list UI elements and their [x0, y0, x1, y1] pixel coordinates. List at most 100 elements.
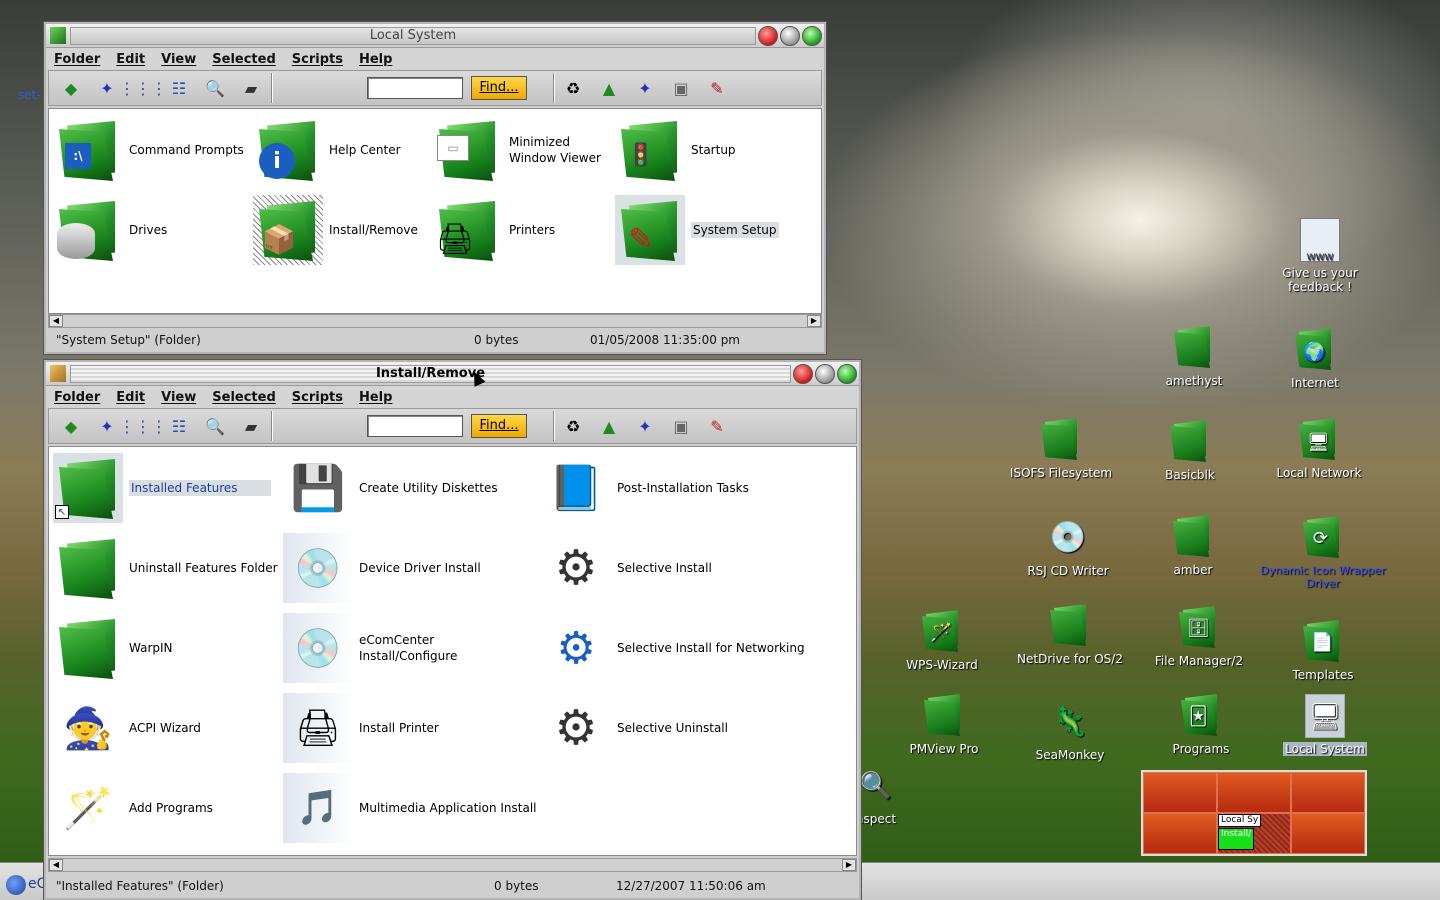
object-warpin[interactable]: WarpIN	[53, 611, 173, 685]
ecs-logo-icon[interactable]	[6, 875, 26, 895]
object-startup[interactable]: 🚦 Startup	[615, 113, 735, 187]
disk-icon[interactable]: ▣	[667, 412, 695, 440]
desktop-icon-netdrive[interactable]: NetDrive for OS/2	[1005, 604, 1135, 666]
horizontal-scrollbar[interactable]: ◀ ▶	[48, 858, 857, 872]
menu-selected[interactable]: Selected	[212, 52, 276, 67]
object-drives[interactable]: Drives	[53, 193, 167, 267]
object-multimedia-application-install[interactable]: 🎵 Multimedia Application Install	[283, 771, 537, 845]
setup-icon[interactable]: ✎	[703, 74, 731, 102]
scroll-left-button[interactable]: ◀	[49, 315, 63, 327]
folder-content[interactable]: ↖ Installed Features 💾 Create Utility Di…	[48, 446, 857, 856]
menu-folder[interactable]: Folder	[54, 390, 100, 405]
menu-scripts[interactable]: Scripts	[292, 52, 343, 67]
scroll-right-button[interactable]: ▶	[807, 315, 821, 327]
arrow-icon[interactable]: ◆	[57, 74, 85, 102]
desktop-icon-dynamic-icon[interactable]: ⟳ Dynamic Icon Wrapper Driver	[1258, 516, 1388, 591]
wps-icon[interactable]: ✦	[631, 412, 659, 440]
search-icon[interactable]: 🔍	[201, 74, 229, 102]
desktop-icon-feedback[interactable]: WWW Give us your feedback !	[1255, 218, 1385, 294]
folder-up-icon[interactable]: ▲	[595, 412, 623, 440]
desktop-icon-rsj-cd-writer[interactable]: 💿 RSJ CD Writer	[1003, 516, 1133, 578]
maximize-button[interactable]	[837, 364, 857, 384]
window-local-system[interactable]: Local System Folder Edit View Selected S…	[44, 22, 826, 354]
virtual-desktop-pager[interactable]: Local Sy Install/	[1141, 770, 1367, 856]
drive-icon[interactable]: ▰	[237, 74, 265, 102]
window-title[interactable]: Install/Remove	[70, 365, 791, 383]
desktop-icon-basicblk[interactable]: Basicblk	[1125, 420, 1255, 482]
desktop-icon-seamonkey[interactable]: 🦎 SeaMonkey	[1005, 700, 1135, 762]
object-post-installation-tasks[interactable]: 📘 Post-Installation Tasks	[541, 451, 749, 525]
maximize-button[interactable]	[802, 26, 822, 46]
icon-view-icon[interactable]: ⋮⋮⋮	[119, 74, 167, 102]
menu-edit[interactable]: Edit	[116, 52, 145, 67]
menu-folder[interactable]: Folder	[54, 52, 100, 67]
pager-window-local-system[interactable]: Local Sy	[1218, 814, 1262, 827]
menu-selected[interactable]: Selected	[212, 390, 276, 405]
menu-view[interactable]: View	[161, 52, 196, 67]
menu-scripts[interactable]: Scripts	[292, 390, 343, 405]
horizontal-scrollbar[interactable]: ◀ ▶	[48, 314, 822, 328]
close-button[interactable]	[758, 26, 778, 46]
details-view-icon[interactable]: ☷	[165, 412, 193, 440]
desktop-icon-file-manager[interactable]: 🗄 File Manager/2	[1134, 606, 1264, 669]
object-command-prompts[interactable]: :\ Command Prompts	[53, 113, 244, 187]
minimize-button[interactable]	[780, 26, 800, 46]
wps-icon[interactable]: ✦	[631, 74, 659, 102]
disk-icon[interactable]: ▣	[667, 74, 695, 102]
object-install-remove[interactable]: 📦 Install/Remove	[253, 193, 418, 267]
system-menu-icon[interactable]	[50, 27, 66, 44]
icon-view-icon[interactable]: ⋮⋮⋮	[119, 412, 167, 440]
close-button[interactable]	[793, 364, 813, 384]
desktop-icon-isofs[interactable]: ISOFS Filesystem	[996, 418, 1126, 480]
window-install-remove[interactable]: Install/Remove Folder Edit View Selected…	[44, 360, 861, 900]
find-input[interactable]	[367, 415, 463, 437]
desktop-icon-internet[interactable]: 🌍 Internet	[1250, 328, 1380, 391]
object-create-utility-diskettes[interactable]: 💾 Create Utility Diskettes	[283, 451, 498, 525]
object-uninstall-features-folder[interactable]: Uninstall Features Folder	[53, 531, 278, 605]
drive-icon[interactable]: ▰	[237, 412, 265, 440]
object-acpi-wizard[interactable]: 🧙 ACPI Wizard	[53, 691, 201, 765]
pager-window-install-remove[interactable]: Install/	[1218, 828, 1255, 850]
refresh-icon[interactable]: ♻	[559, 74, 587, 102]
pager-cell[interactable]	[1143, 772, 1217, 813]
object-device-driver-install[interactable]: 💿 Device Driver Install	[283, 531, 481, 605]
wand-icon[interactable]: ✦	[93, 412, 121, 440]
menu-edit[interactable]: Edit	[116, 390, 145, 405]
object-selective-uninstall[interactable]: ⚙ Selective Uninstall	[541, 691, 727, 765]
pager-cell-current[interactable]: Local Sy Install/	[1217, 813, 1291, 854]
search-icon[interactable]: 🔍	[201, 412, 229, 440]
refresh-icon[interactable]: ♻	[559, 412, 587, 440]
object-install-printer[interactable]: 🖨 Install Printer	[283, 691, 439, 765]
details-view-icon[interactable]: ☷	[165, 74, 193, 102]
object-selective-install[interactable]: ⚙ Selective Install	[541, 531, 711, 605]
find-button[interactable]: Find...	[471, 76, 527, 100]
titlebar[interactable]: Install/Remove	[46, 362, 859, 386]
setup-icon[interactable]: ✎	[703, 412, 731, 440]
object-selective-install-networking[interactable]: ⚙ Selective Install for Networking	[541, 611, 804, 685]
titlebar[interactable]: Local System	[46, 24, 824, 48]
desktop-icon-pmview[interactable]: PMView Pro	[879, 694, 1009, 756]
find-input[interactable]	[367, 77, 463, 99]
folder-content[interactable]: :\ Command Prompts i Help Center ▭ Minim…	[48, 108, 822, 314]
pager-cell[interactable]	[1143, 813, 1217, 854]
object-help-center[interactable]: i Help Center	[253, 113, 401, 187]
menu-view[interactable]: View	[161, 390, 196, 405]
desktop-icon-amber[interactable]: amber	[1128, 515, 1258, 577]
scroll-left-button[interactable]: ◀	[49, 859, 63, 871]
pager-cell[interactable]	[1291, 813, 1365, 854]
scroll-right-button[interactable]: ▶	[842, 859, 856, 871]
window-title[interactable]: Local System	[70, 27, 756, 45]
object-add-programs[interactable]: 🪄 Add Programs	[53, 771, 213, 845]
object-installed-features[interactable]: ↖ Installed Features	[53, 451, 271, 525]
find-button[interactable]: Find...	[471, 414, 527, 438]
pager-cell[interactable]	[1217, 772, 1291, 813]
object-system-setup[interactable]: ✎ System Setup	[615, 193, 779, 267]
pager-cell[interactable]	[1291, 772, 1365, 813]
desktop-icon-templates[interactable]: 📄 Templates	[1258, 620, 1388, 683]
desktop-icon-wps-wizard[interactable]: 🪄 WPS-Wizard	[877, 610, 1007, 673]
arrow-icon[interactable]: ◆	[57, 412, 85, 440]
folder-up-icon[interactable]: ▲	[595, 74, 623, 102]
minimize-button[interactable]	[815, 364, 835, 384]
object-ecomcenter-install[interactable]: 💿 eComCenter Install/Configure	[283, 611, 469, 685]
system-menu-icon[interactable]	[50, 365, 66, 382]
